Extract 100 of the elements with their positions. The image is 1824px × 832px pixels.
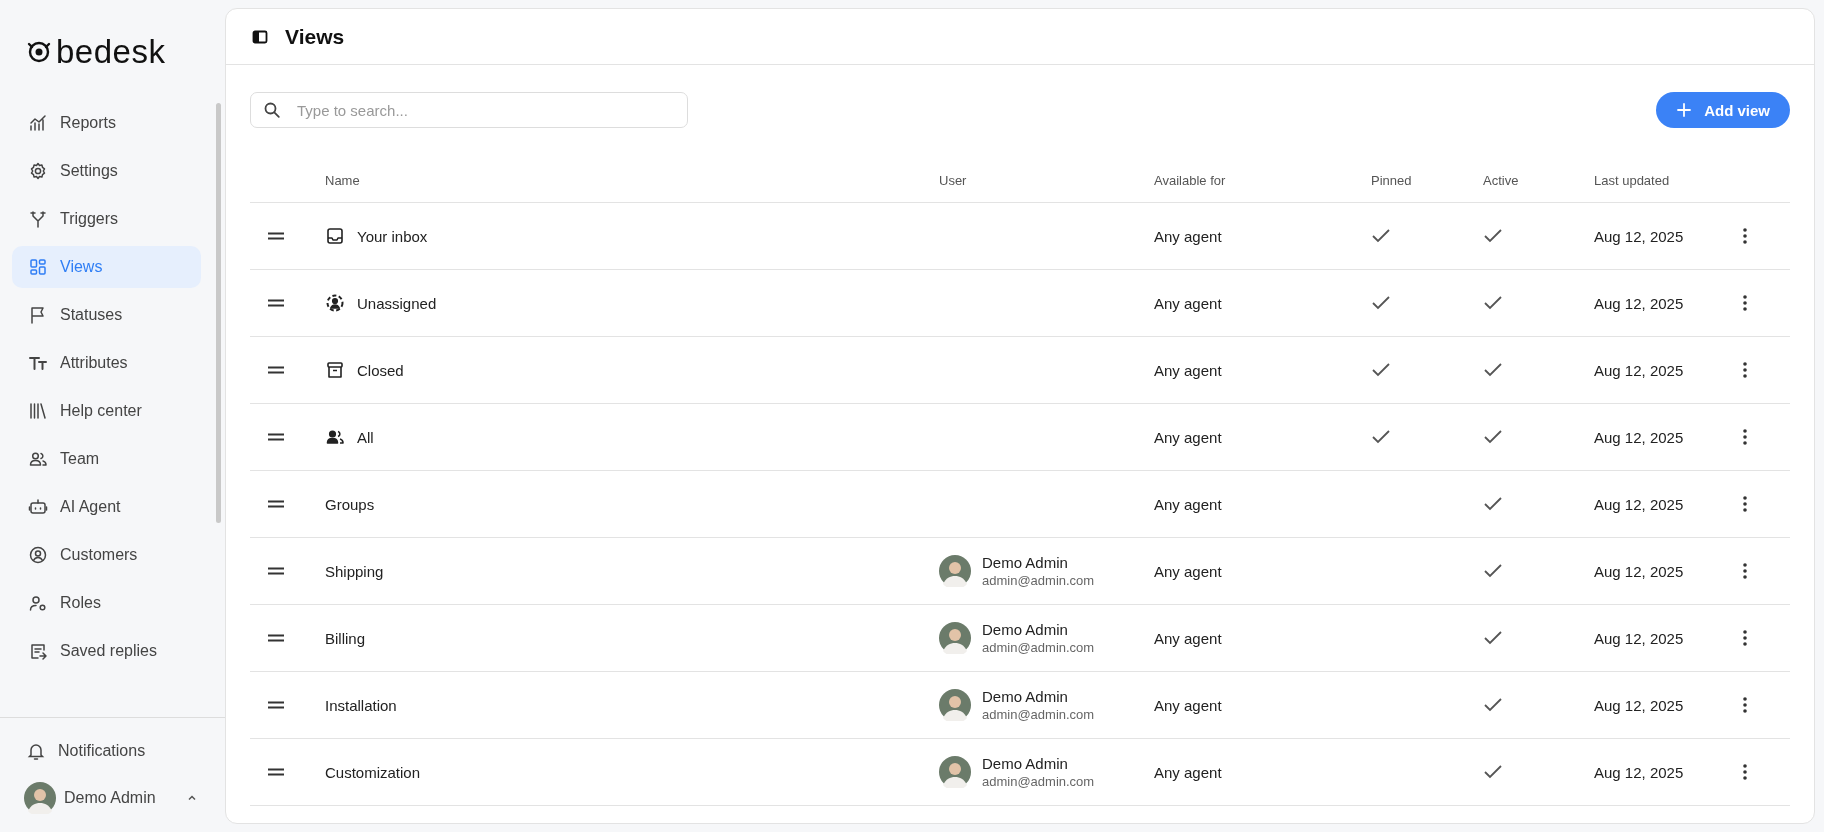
grid-icon [28,257,48,277]
updated-date: Aug 12, 2025 [1594,562,1684,580]
drag-handle-icon[interactable] [267,433,285,441]
view-name: Installation [325,696,397,714]
nav-item[interactable]: Help center [12,390,201,432]
availability: Any agent [1154,629,1222,647]
user-circle-icon [28,545,48,565]
view-name: Groups [325,495,375,513]
more-icon[interactable] [1742,428,1748,446]
availability: Any agent [1154,294,1222,312]
user-menu[interactable]: Demo Admin [12,776,210,820]
user-email: admin@admin.com [982,707,1095,722]
drag-handle-icon[interactable] [267,366,285,374]
archive-icon [325,360,345,380]
people-icon [28,449,48,469]
logo-text: bedesk [56,34,166,68]
drag-handle-icon[interactable] [267,232,285,240]
availability: Any agent [1154,227,1222,245]
more-icon[interactable] [1742,361,1748,379]
more-icon[interactable] [1742,495,1748,513]
nav-item[interactable]: AI Agent [12,486,201,528]
notifications-item[interactable]: Notifications [12,730,225,772]
nav-item[interactable]: Team [12,438,201,480]
drag-handle-icon[interactable] [267,299,285,307]
people-icon [325,427,345,447]
user-name: Demo Admin [982,621,1069,638]
user-email: admin@admin.com [982,774,1095,789]
updated-date: Aug 12, 2025 [1594,294,1684,312]
avatar [939,756,971,788]
drag-handle-icon[interactable] [267,567,285,575]
availability: Any agent [1154,696,1222,714]
bell-icon [26,741,46,761]
availability: Any agent [1154,495,1222,513]
column-header: Last updated [1594,172,1670,188]
drag-handle-icon[interactable] [267,634,285,642]
updated-date: Aug 12, 2025 [1594,227,1684,245]
chart-icon [28,113,48,133]
more-icon[interactable] [1742,562,1748,580]
drag-handle-icon[interactable] [267,701,285,709]
nav-item[interactable]: Saved replies [12,630,201,672]
availability: Any agent [1154,428,1222,446]
more-icon[interactable] [1742,294,1748,312]
user-email: admin@admin.com [982,573,1095,588]
column-header: Name [325,172,360,188]
avatar [24,782,56,814]
nav-item[interactable]: Customers [12,534,201,576]
updated-date: Aug 12, 2025 [1594,428,1684,446]
updated-date: Aug 12, 2025 [1594,629,1684,647]
column-header: User [939,172,967,188]
add-view-button[interactable]: Add view [1656,92,1790,128]
note-icon [28,641,48,661]
plus-icon [1676,102,1693,118]
inbox-icon [325,226,345,246]
avatar [939,622,971,654]
sidebar-toggle-icon[interactable] [252,28,268,45]
nav-item[interactable]: Statuses [12,294,201,336]
view-name: Closed [357,361,404,379]
view-name: Billing [325,629,366,647]
more-icon[interactable] [1742,629,1748,647]
nav-item[interactable]: Reports [12,102,201,144]
user-name: Demo Admin [982,755,1069,772]
user-gear-icon [28,593,48,613]
view-name: Customization [325,763,421,781]
view-name: Shipping [325,562,384,580]
nav-item[interactable]: Attributes [12,342,201,384]
user-name: Demo Admin [982,688,1069,705]
updated-date: Aug 12, 2025 [1594,495,1684,513]
avatar [939,689,971,721]
bot-icon [28,497,48,517]
availability: Any agent [1154,763,1222,781]
gear-icon [28,161,48,181]
drag-handle-icon[interactable] [267,500,285,508]
drag-handle-icon[interactable] [267,768,285,776]
page-title: Views [285,24,345,49]
fork-icon [28,209,48,229]
avatar [939,555,971,587]
updated-date: Aug 12, 2025 [1594,361,1684,379]
availability: Any agent [1154,562,1222,580]
nav-item[interactable]: Roles [12,582,201,624]
availability: Any agent [1154,361,1222,379]
nav-item[interactable]: Settings [12,150,201,192]
column-header: Pinned [1371,172,1412,188]
books-icon [28,401,48,421]
dashed-user-icon [325,293,345,313]
more-icon[interactable] [1742,696,1748,714]
view-name: Your inbox [357,227,428,245]
updated-date: Aug 12, 2025 [1594,763,1684,781]
user-email: admin@admin.com [982,640,1095,655]
more-icon[interactable] [1742,763,1748,781]
user-name: Demo Admin [982,554,1069,571]
more-icon[interactable] [1742,227,1748,245]
search-field[interactable]: Type to search... [250,92,688,128]
logo-icon [26,39,52,63]
scrollbar[interactable] [216,103,221,523]
column-header: Active [1483,172,1519,188]
nav-item[interactable]: Triggers [12,198,201,240]
column-header: Available for [1154,172,1226,188]
updated-date: Aug 12, 2025 [1594,696,1684,714]
view-name: Unassigned [357,294,437,312]
view-name: All [357,428,374,446]
